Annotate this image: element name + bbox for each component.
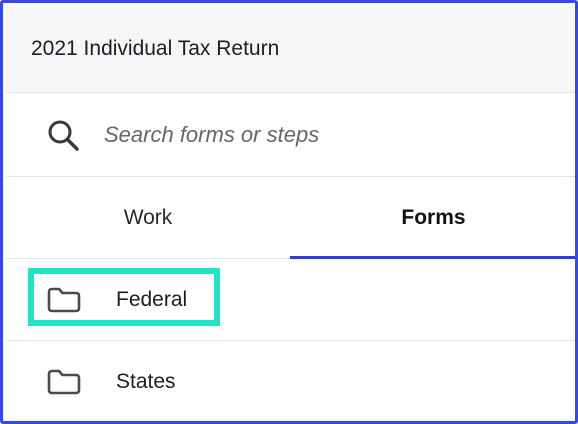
folder-icon <box>46 368 82 396</box>
tab-work[interactable]: Work <box>6 177 290 258</box>
tab-forms-label: Forms <box>401 205 466 229</box>
search-bar[interactable] <box>6 93 575 177</box>
panel-header: 2021 Individual Tax Return <box>6 6 575 93</box>
search-icon[interactable] <box>46 118 80 152</box>
tab-work-label: Work <box>123 205 173 229</box>
search-input[interactable] <box>104 121 504 148</box>
app-frame: 2021 Individual Tax Return Work Forms <box>0 0 578 424</box>
forms-panel: 2021 Individual Tax Return Work Forms <box>6 6 575 421</box>
list-item-label: Federal <box>116 287 188 311</box>
tab-forms[interactable]: Forms <box>290 177 575 259</box>
tab-bar: Work Forms <box>6 177 575 259</box>
list-item-federal[interactable]: Federal <box>6 259 575 341</box>
list-item-label: States <box>116 369 176 393</box>
page-title: 2021 Individual Tax Return <box>31 37 280 60</box>
folder-icon <box>46 286 82 314</box>
list-item-states[interactable]: States <box>6 341 575 421</box>
